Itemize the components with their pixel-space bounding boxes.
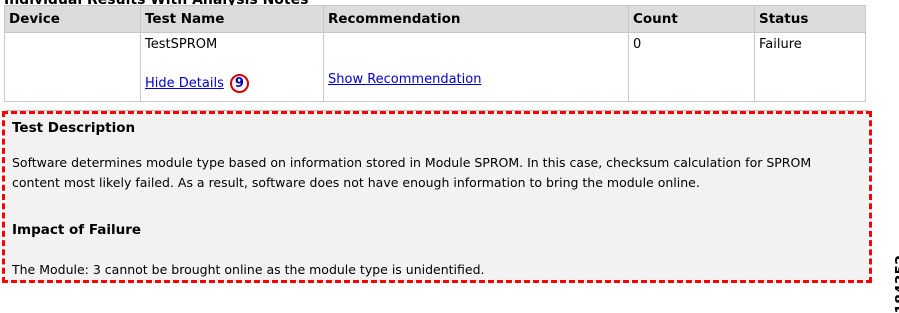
header-count: Count	[628, 5, 755, 33]
cell-recommendation: Show Recommendation	[323, 32, 629, 102]
test-name-text: TestSPROM	[145, 37, 218, 52]
callout-number-badge: 9	[229, 74, 249, 93]
table-header-row: Device Test Name Recommendation Count St…	[4, 5, 866, 33]
impact-of-failure-heading: Impact of Failure	[12, 222, 142, 238]
cell-count: 0	[628, 32, 755, 102]
figure-id-label: 184352	[893, 255, 899, 313]
results-table: Device Test Name Recommendation Count St…	[4, 5, 866, 102]
details-panel	[6, 110, 868, 283]
hide-details-group: Hide Details 9	[145, 74, 319, 93]
hide-details-link[interactable]: Hide Details	[145, 76, 224, 91]
header-device: Device	[4, 5, 141, 33]
header-status: Status	[754, 5, 866, 33]
show-recommendation-link[interactable]: Show Recommendation	[328, 72, 481, 87]
header-test-name: Test Name	[140, 5, 324, 33]
cell-status: Failure	[754, 32, 866, 102]
test-description-heading: Test Description	[12, 120, 136, 136]
cell-test-name: TestSPROM Hide Details 9	[140, 32, 324, 102]
impact-of-failure-text: The Module: 3 cannot be brought online a…	[12, 262, 485, 277]
table-row: TestSPROM Hide Details 9 Show Recommenda…	[4, 32, 866, 102]
cell-device	[4, 32, 141, 102]
test-description-text: Software determines module type based on…	[12, 155, 812, 190]
header-recommendation: Recommendation	[323, 5, 629, 33]
